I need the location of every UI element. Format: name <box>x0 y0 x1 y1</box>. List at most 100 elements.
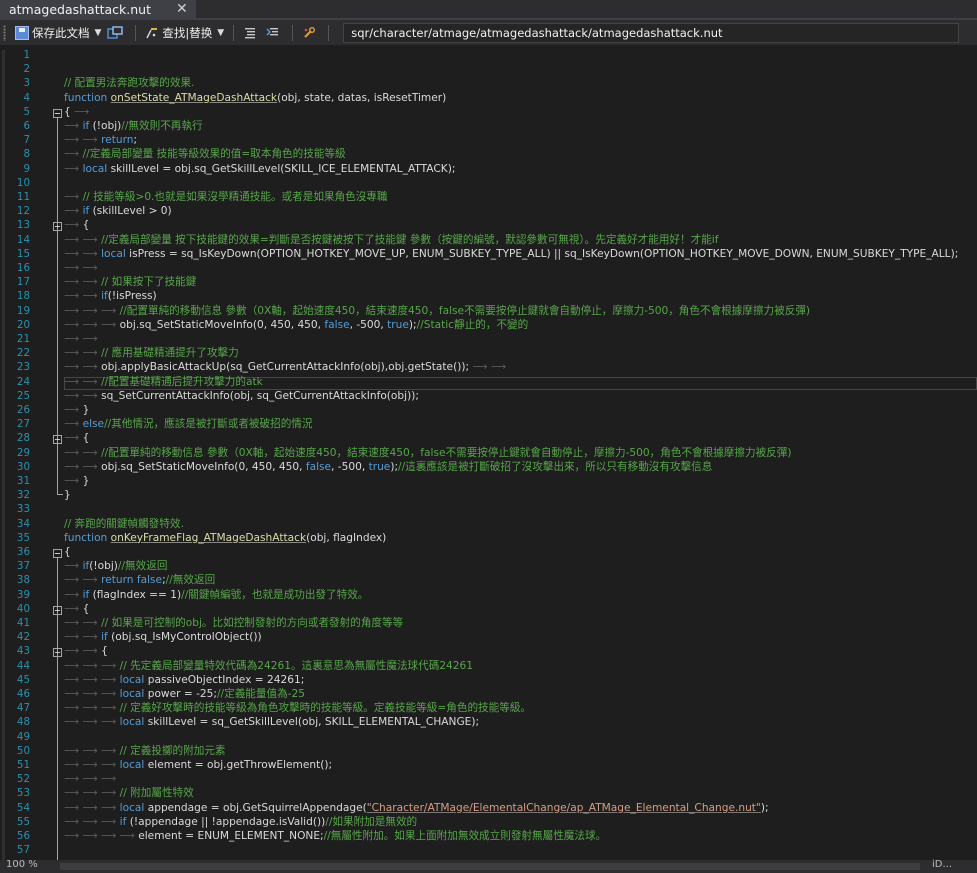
tab-atmagedashattack[interactable]: atmagedashattack.nut ✕ <box>0 0 196 19</box>
fold-toggle-icon[interactable] <box>53 549 62 558</box>
window-button[interactable] <box>104 22 129 44</box>
scrollbar-thumb[interactable] <box>60 863 920 870</box>
wrench-icon <box>304 26 316 38</box>
code-line[interactable]: ⟶ ⟶ // 如果是可控制的obj。比如控制發射的方向或者發射的角度等等 <box>64 616 403 630</box>
code-line[interactable]: ⟶ ⟶ if (obj.sq_IsMyControlObject()) <box>64 630 262 644</box>
code-line[interactable]: ⟶ { <box>64 602 89 616</box>
code-line[interactable]: ⟶ if (skillLevel > 0) <box>64 204 172 218</box>
save-button[interactable]: 保存此文档 ▼ <box>12 22 104 44</box>
code-line[interactable]: ⟶ ⟶ ⟶ obj.sq_SetStaticMoveInfo(0, 450, 4… <box>64 318 528 332</box>
code-line[interactable]: ⟶ ⟶ ⟶ // 定義投擲的附加元素 <box>64 744 226 758</box>
code-line[interactable]: ⟶ { <box>64 218 89 232</box>
comment-lines-icon <box>245 27 256 38</box>
uncomment-lines-button[interactable] <box>263 22 286 44</box>
tab-arrow-icon: ⟶ ⟶ <box>64 631 102 644</box>
code-line[interactable]: // 配置男法奔跑攻擊的效果. <box>64 76 194 90</box>
code-line[interactable]: ⟶ ⟶ if(!isPress) <box>64 289 157 303</box>
code-line[interactable]: { <box>64 545 71 559</box>
fold-toggle-icon[interactable] <box>53 109 62 118</box>
code-line[interactable]: } <box>64 488 71 502</box>
line-number: 52 <box>16 773 30 786</box>
zoom-level[interactable]: 100 % <box>6 859 38 870</box>
code-token: // 先定義局部變量特效代碼為24261。這裏意思為無屬性魔法球代碼24261 <box>119 659 474 672</box>
code-token: (flagIndex == 1) <box>89 588 182 601</box>
tools-button[interactable] <box>299 22 322 44</box>
code-line[interactable]: ⟶ ⟶ ⟶ local skillLevel = sq_GetSkillLeve… <box>64 715 479 729</box>
code-line[interactable]: ⟶ } <box>64 474 89 488</box>
code-line[interactable]: ⟶ ⟶ { <box>64 644 108 658</box>
code-line[interactable]: ⟶ ⟶ sq_SetCurrentAttackInfo(obj, sq_GetC… <box>64 389 419 403</box>
code-line[interactable]: ⟶ ⟶ // 應用基礎精通提升了攻擊力 <box>64 346 239 360</box>
code-token: } <box>82 404 90 416</box>
code-line[interactable]: // 奔跑的關鍵幀觸發特效. <box>64 517 184 531</box>
code-line[interactable]: ⟶ ⟶ local isPress = sq_IsKeyDown(OPTION_… <box>64 247 958 261</box>
code-token: // 附加屬性特效 <box>119 787 194 800</box>
close-icon[interactable]: ✕ <box>176 1 188 17</box>
tab-arrow-icon: ⟶ ⟶ ⟶ <box>64 787 120 800</box>
code-line[interactable]: function onKeyFrameFlag_ATMageDashAttack… <box>64 531 386 545</box>
tab-arrow-icon: ⟶ ⟶ ⟶ <box>64 688 120 700</box>
line-number: 56 <box>16 830 30 842</box>
code-token: // 奔跑的關鍵幀觸發特效. <box>64 517 184 530</box>
file-path-field[interactable]: sqr/character/atmage/atmagedashattack/at… <box>343 22 960 43</box>
chevron-down-icon[interactable]: ▼ <box>95 28 102 38</box>
toolbar-grip-icon[interactable] <box>3 24 6 41</box>
line-number: 30 <box>16 460 30 473</box>
code-line[interactable]: ⟶ ⟶ <box>64 332 98 346</box>
code-line[interactable]: ⟶ ⟶ ⟶ // 先定義局部變量特效代碼為24261。這裏意思為無屬性魔法球代碼… <box>64 659 473 673</box>
code-line[interactable]: ⟶ local skillLevel = obj.sq_GetSkillLeve… <box>64 162 455 176</box>
tab-arrow-icon: ⟶ ⟶ ⟶ <box>64 744 120 757</box>
code-line[interactable]: ⟶ ⟶ ⟶ //配置單純的移動信息 參數（0X軸，起始速度450，結束速度450… <box>64 304 810 318</box>
code-line[interactable]: ⟶ if(!obj)//無效返回 <box>64 559 167 573</box>
comment-lines-button[interactable] <box>240 22 263 44</box>
code-token: ; <box>133 134 138 147</box>
code-token: onSetState_ATMageDashAttack <box>110 91 278 104</box>
horizontal-scrollbar[interactable]: 100 % iD... <box>0 859 977 873</box>
code-line[interactable]: ⟶ ⟶ // 如果按下了技能鍵 <box>64 275 196 289</box>
code-line[interactable]: function onSetState_ATMageDashAttack(obj… <box>64 91 446 105</box>
code-line[interactable]: ⟶ ⟶ ⟶ // 附加屬性特效 <box>64 786 194 800</box>
code-line[interactable]: ⟶ else//其他情況，應該是被打斷或者被破招的情況 <box>64 417 312 431</box>
fold-toggle-icon[interactable] <box>53 648 62 657</box>
code-token: { <box>82 432 90 445</box>
code-line[interactable]: ⟶ //定義局部變量 技能等級效果的值=取本角色的技能等級 <box>64 147 346 161</box>
tab-arrow-icon: ⟶ ⟶ <box>64 233 102 246</box>
code-token: //配置單純的移動信息 參數（0X軸，起始速度450，結束速度450，false… <box>101 446 792 459</box>
line-number: 28 <box>16 432 30 445</box>
code-line[interactable]: ⟶ ⟶ return; <box>64 133 137 147</box>
code-line[interactable]: ⟶ ⟶ ⟶ if (!appendage || !appendage.isVal… <box>64 815 417 829</box>
code-line[interactable]: ⟶ if (flagIndex == 1)//關鍵幀編號，也就是成功出發了特效。 <box>64 588 368 602</box>
code-line[interactable]: ⟶ ⟶ ⟶ // 定義好攻擊時的技能等級為角色攻擊時的技能等級。定義技能等級=角… <box>64 701 531 715</box>
tab-arrow-icon: ⟶ ⟶ ⟶ <box>64 773 117 786</box>
toolbar-separator <box>233 24 235 41</box>
code-line[interactable]: ⟶ } <box>64 403 89 417</box>
code-line[interactable]: ⟶ ⟶ ⟶ ⟶ element = ENUM_ELEMENT_NONE;//無屬… <box>64 829 606 843</box>
fold-toggle-icon[interactable] <box>53 606 62 615</box>
chevron-down-icon[interactable]: ▼ <box>217 28 224 38</box>
tab-arrow-icon: ⟶ <box>64 191 83 203</box>
code-line[interactable]: ⟶ // 技能等級>0.也就是如果沒學精通技能。或者是如果角色沒專職 <box>64 190 388 204</box>
fold-toggle-icon[interactable] <box>53 222 62 231</box>
code-line[interactable]: ⟶ ⟶ ⟶ local element = obj.getThrowElemen… <box>64 758 332 772</box>
code-line[interactable]: ⟶ ⟶ ⟶ <box>64 772 116 786</box>
code-line[interactable]: ⟶ ⟶ //配置基礎精通后提升攻擊力的atk <box>64 375 263 389</box>
code-line[interactable]: ⟶ ⟶ <box>64 261 98 275</box>
code-line[interactable]: ⟶ ⟶ obj.sq_SetStaticMoveInfo(0, 450, 450… <box>64 460 712 474</box>
code-line[interactable]: ⟶ ⟶ //定義局部變量 按下技能鍵的效果=判斷是否按鍵被按下了技能鍵 參數（按… <box>64 233 718 247</box>
code-line[interactable]: ⟶ ⟶ //配置單純的移動信息 參數（0X軸，起始速度450，結束速度450，f… <box>64 446 792 460</box>
code-line[interactable]: ⟶ { <box>64 431 89 445</box>
code-line[interactable]: { ⟶ <box>64 105 89 119</box>
fold-toggle-icon[interactable] <box>53 435 62 444</box>
code-line[interactable]: ⟶ ⟶ return false;//無效返回 <box>64 573 215 587</box>
find-replace-button[interactable]: 查找|替换 ▼ <box>142 22 227 44</box>
code-token: obj.sq_SetStaticMoveInfo(0, 450, 450, <box>119 318 325 331</box>
code-line[interactable]: ⟶ ⟶ ⟶ local power = -25;//定義能量值為-25 <box>64 687 305 701</box>
code-token: obj.applyBasicAttackUp(sq_GetCurrentAtta… <box>101 361 473 374</box>
code-line[interactable]: ⟶ if (!obj)//無效則不再執行 <box>64 119 203 133</box>
code-line[interactable]: ⟶ ⟶ ⟶ local passiveObjectIndex = 24261; <box>64 673 304 687</box>
code-line[interactable]: ⟶ ⟶ ⟶ local appendage = obj.GetSquirrelA… <box>64 801 769 815</box>
code-editor[interactable]: 1 2 3 4 5 6 7 8 9 10 11 12 13 14 15 16 17 18 19 20 21 22 23 24 2… <box>0 46 977 860</box>
code-token: (!isPress) <box>107 290 157 303</box>
code-token: local <box>119 673 145 686</box>
code-line[interactable]: ⟶ ⟶ obj.applyBasicAttackUp(sq_GetCurrent… <box>64 360 506 374</box>
